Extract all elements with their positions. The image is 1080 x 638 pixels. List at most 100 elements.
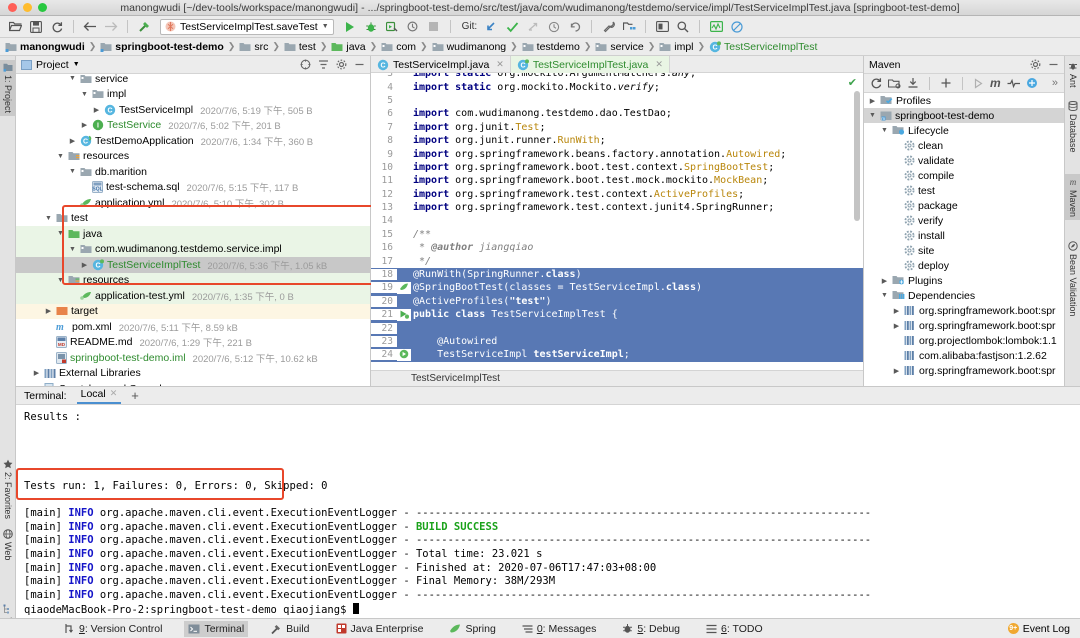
- status-tab-5-debug[interactable]: 5: Debug: [618, 621, 684, 637]
- breadcrumb-item-testserviceimpltest[interactable]: C TestServiceImplTest: [709, 41, 817, 53]
- git-history-icon[interactable]: [545, 18, 563, 36]
- breadcrumb-item-testdemo[interactable]: testdemo: [522, 41, 580, 53]
- code-line[interactable]: 24 TestServiceImpl testServiceImpl;: [371, 348, 863, 362]
- maven-tree-row[interactable]: ▼ m springboot-test-demo: [864, 108, 1064, 123]
- code-line[interactable]: 23 @Autowired: [371, 334, 863, 349]
- maven-tree-row[interactable]: test: [864, 183, 1064, 198]
- reimport-icon[interactable]: [870, 77, 882, 89]
- status-tab-0-messages[interactable]: 0: Messages: [518, 621, 601, 637]
- tree-row[interactable]: ▶ I TestService 2020/7/6, 5:02 下午, 201 B: [16, 118, 370, 134]
- add-terminal-tab-button[interactable]: +: [131, 388, 139, 403]
- breadcrumb-item-com[interactable]: com: [381, 41, 416, 53]
- maven-tree-row[interactable]: package: [864, 198, 1064, 213]
- maven-tree-row[interactable]: validate: [864, 153, 1064, 168]
- editor-tab-testserviceimpl-java[interactable]: C TestServiceImpl.java ✕: [371, 56, 511, 73]
- maven-tree-row[interactable]: org.projectlombok:lombok:1.1: [864, 333, 1064, 348]
- chevron-down-icon[interactable]: ▼: [68, 75, 77, 82]
- tree-row[interactable]: ▼ service: [16, 74, 370, 87]
- code-line[interactable]: 15 /**: [371, 228, 863, 241]
- breadcrumb-item-java[interactable]: java: [331, 41, 366, 53]
- left-tab-1-project[interactable]: 1: Project: [0, 60, 16, 117]
- settings-gear-icon[interactable]: [336, 59, 347, 70]
- chevron-down-icon[interactable]: ▼: [68, 168, 77, 175]
- no-entry-icon[interactable]: [728, 18, 746, 36]
- debug-icon[interactable]: [362, 18, 380, 36]
- code-line[interactable]: 5: [371, 94, 863, 107]
- tree-row[interactable]: ▼ com.wudimanong.testdemo.service.impl: [16, 241, 370, 257]
- code-line[interactable]: 3 import static org.mockito.ArgumentMatch…: [371, 73, 863, 80]
- settings-wrench-icon[interactable]: [599, 18, 617, 36]
- terminal-output[interactable]: Results : Tests run: 1, Failures: 0, Err…: [16, 405, 1080, 619]
- code-line[interactable]: 19 @SpringBootTest(classes = TestServiceI…: [371, 281, 863, 295]
- code-content[interactable]: 3 import static org.mockito.ArgumentMatch…: [371, 73, 863, 369]
- code-line[interactable]: 4 import static org.mockito.Mockito.verif…: [371, 80, 863, 93]
- run-icon[interactable]: [341, 18, 359, 36]
- chevron-right-icon[interactable]: ▶: [892, 307, 901, 315]
- code-line[interactable]: 14: [371, 214, 863, 227]
- sync-icon[interactable]: [48, 18, 66, 36]
- download-sources-icon[interactable]: [907, 77, 919, 89]
- git-update-icon[interactable]: [482, 18, 500, 36]
- maven-tree-row[interactable]: compile: [864, 168, 1064, 183]
- add-icon[interactable]: [940, 77, 952, 89]
- execute-goal-icon[interactable]: m: [990, 76, 1001, 90]
- maven-tree-row[interactable]: deploy: [864, 258, 1064, 273]
- status-tab-java-enterprise[interactable]: Java Enterprise: [332, 621, 428, 637]
- chevron-down-icon[interactable]: ▼: [880, 292, 889, 299]
- chevron-down-icon[interactable]: ▼: [868, 112, 877, 119]
- breadcrumb-item-impl[interactable]: impl: [659, 41, 694, 53]
- tree-row[interactable]: ▼ resources: [16, 149, 370, 165]
- maven-tree[interactable]: ▶ Profiles ▼ m springboot-test-demo ▼ Lifecycl…: [864, 93, 1064, 384]
- status-tab-spring[interactable]: Spring: [445, 621, 499, 637]
- breadcrumb-item-service[interactable]: service: [595, 41, 644, 53]
- status-tab-build[interactable]: Build: [266, 621, 313, 637]
- minimize-icon[interactable]: [354, 59, 365, 70]
- breadcrumb-item-springboot-test-demo[interactable]: springboot-test-demo: [100, 41, 224, 53]
- right-tab-bean-validation[interactable]: Bean Validation: [1065, 238, 1080, 319]
- maven-tree-row[interactable]: ▼ Dependencies: [864, 288, 1064, 303]
- save-icon[interactable]: [27, 18, 45, 36]
- tree-row[interactable]: ▼ resources: [16, 272, 370, 288]
- maven-tree-row[interactable]: ▶ org.springframework.boot:spr: [864, 303, 1064, 318]
- status-tab-terminal[interactable]: Terminal: [184, 620, 249, 637]
- run-configuration-selector[interactable]: TestServiceImplTest.saveTest ▼: [160, 18, 334, 35]
- maven-tree-row[interactable]: ▶ Plugins: [864, 273, 1064, 288]
- tree-row[interactable]: ▶ target: [16, 303, 370, 319]
- chevron-right-icon[interactable]: ▶: [80, 261, 89, 269]
- code-line[interactable]: 20 @ActiveProfiles("test"): [371, 294, 863, 309]
- chevron-down-icon[interactable]: ▼: [56, 230, 65, 237]
- event-log-button[interactable]: 9+ Event Log: [1007, 623, 1070, 635]
- back-arrow-icon[interactable]: [81, 18, 99, 36]
- editor-tab-testserviceimpltest-java[interactable]: C TestServiceImplTest.java ✕: [510, 56, 670, 73]
- maven-tree-row[interactable]: ▶ Profiles: [864, 93, 1064, 108]
- maven-tree-row[interactable]: site: [864, 243, 1064, 258]
- chevron-right-icon[interactable]: ▶: [92, 106, 101, 114]
- tree-row[interactable]: SQL test-schema.sql 2020/7/6, 5:15 下午, 117…: [16, 180, 370, 196]
- chevron-right-icon[interactable]: ▶: [68, 137, 77, 145]
- code-line[interactable]: 11 import org.springframework.boot.test.m…: [371, 174, 863, 187]
- breadcrumb-item-manongwudi[interactable]: manongwudi: [5, 41, 85, 53]
- terminal-tab-local[interactable]: Local ✕: [76, 388, 122, 404]
- settings-gear-icon[interactable]: [1030, 59, 1041, 70]
- close-icon[interactable]: ✕: [110, 388, 118, 399]
- code-line[interactable]: 10 import org.springframework.boot.test.c…: [371, 161, 863, 174]
- code-line[interactable]: 8 import org.junit.runner.RunWith;: [371, 134, 863, 147]
- status-tab-6-todo[interactable]: 6: TODO: [702, 621, 767, 637]
- tree-row[interactable]: ▼ impl: [16, 87, 370, 103]
- tree-row[interactable]: ▼ java: [16, 226, 370, 242]
- show-dependencies-icon[interactable]: [1026, 77, 1038, 89]
- breadcrumb-item-test[interactable]: test: [284, 41, 316, 53]
- code-line[interactable]: 9 import org.springframework.beans.factor…: [371, 147, 863, 160]
- chevron-down-icon[interactable]: ▼: [73, 61, 80, 68]
- collapse-all-icon[interactable]: [318, 59, 329, 70]
- close-icon[interactable]: ✕: [496, 59, 504, 70]
- toggle-skip-tests-icon[interactable]: [1007, 78, 1020, 89]
- maven-tree-row[interactable]: ▶ org.springframework.boot:spr: [864, 363, 1064, 378]
- tree-row[interactable]: MD README.md 2020/7/6, 1:29 下午, 221 B: [16, 335, 370, 351]
- locate-icon[interactable]: [300, 59, 311, 70]
- breadcrumb-item-wudimanong[interactable]: wudimanong: [432, 41, 506, 53]
- tree-row[interactable]: ▶ External Libraries: [16, 366, 370, 382]
- open-folder-icon[interactable]: [6, 18, 24, 36]
- code-line[interactable]: 12 import org.springframework.test.contex…: [371, 188, 863, 201]
- code-line[interactable]: 13 import org.springframework.test.contex…: [371, 201, 863, 214]
